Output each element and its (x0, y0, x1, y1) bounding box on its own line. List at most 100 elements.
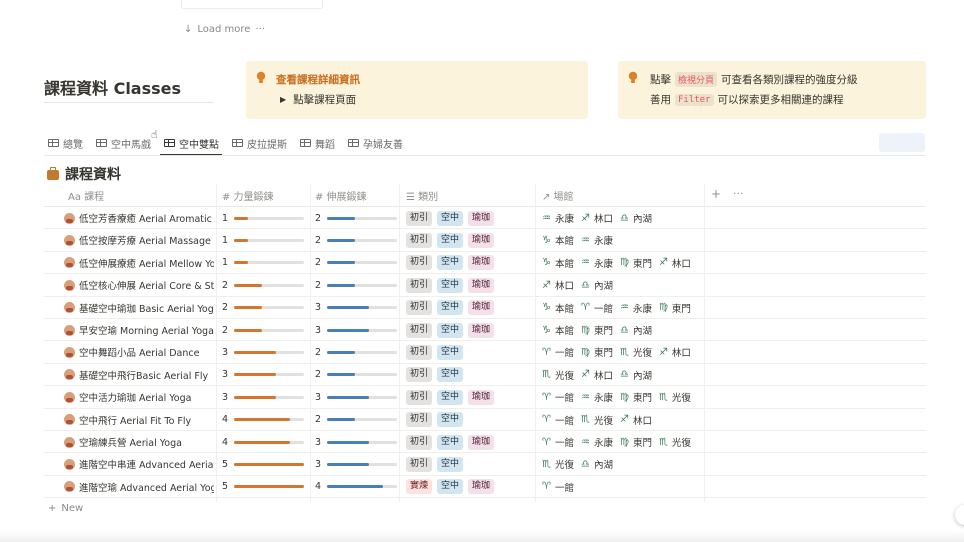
stretch-cell[interactable]: 3 (315, 319, 397, 341)
venue-link[interactable]: 光復 (672, 435, 691, 449)
table-row[interactable]: 早安空瑜 Morning Aerial Yoga 2 3 初引 空中 瑜珈 ♑ 本館 ♍ 東門 ♎ 內… (44, 319, 926, 342)
class-name-cell[interactable]: 空瑜練兵營 Aerial Yoga (64, 431, 214, 453)
venue-link[interactable]: 一館 (555, 435, 574, 449)
venue-link[interactable]: 東門 (672, 301, 691, 315)
class-name-cell[interactable]: 空中舞蹈小品 Aerial Dance (64, 341, 214, 363)
strength-cell[interactable]: 1 (222, 207, 304, 229)
class-name-cell[interactable]: 低空芳香療癒 Aerial Aromatic M (64, 207, 214, 229)
strength-cell[interactable]: 1 (222, 229, 304, 251)
table-row[interactable]: 低空核心伸展 Aerial Core & Stre 2 2 初引 空中 瑜珈 ♐ 林口 ♎ 內湖 (44, 274, 926, 297)
callout-toggle-line[interactable]: ▶ 點擊課程頁面 (280, 92, 356, 107)
strength-cell[interactable]: 3 (222, 364, 304, 386)
class-name-cell[interactable]: 基礎空中飛行Basic Aerial Fly (64, 364, 214, 386)
venue-link[interactable]: 永康 (594, 390, 613, 404)
stretch-cell[interactable]: 3 (315, 453, 397, 475)
new-button[interactable] (879, 133, 925, 152)
venue-link[interactable]: 林口 (594, 368, 613, 382)
strength-cell[interactable]: 4 (222, 409, 304, 431)
more-options-icon[interactable]: ··· (733, 187, 744, 200)
stretch-cell[interactable]: 2 (315, 229, 397, 251)
table-row[interactable]: 基礎空中飛行Basic Aerial Fly 3 2 初引 空中 ♏ 光復 ♐ 林口 ♎ 內湖 (44, 364, 926, 387)
stretch-cell[interactable]: 2 (315, 341, 397, 363)
venue-link[interactable]: 本館 (555, 301, 574, 315)
class-name-cell[interactable]: 進階空瑜 Advanced Aerial Yoga (64, 476, 214, 498)
class-name-cell[interactable]: 進階空中串連 Advanced Aerial (64, 453, 214, 475)
table-row[interactable]: 空中舞蹈小品 Aerial Dance 3 2 初引 空中 ♈ 一館 ♍ 東門 ♏ 光復 ♐ 林口 (44, 341, 926, 364)
column-header-strength[interactable]: # 力量鍛鍊 (222, 184, 274, 206)
venue-link[interactable]: 內湖 (633, 368, 652, 382)
column-header-category[interactable]: ☰ 類別 (406, 184, 438, 206)
venue-link[interactable]: 林口 (633, 413, 652, 427)
stretch-cell[interactable]: 2 (315, 207, 397, 229)
category-cell[interactable]: 實煉 空中 瑜珈 (406, 476, 499, 498)
venue-link[interactable]: 永康 (633, 301, 652, 315)
venue-link[interactable]: 林口 (672, 256, 691, 270)
stretch-cell[interactable]: 3 (315, 431, 397, 453)
venue-link[interactable]: 東門 (594, 323, 613, 337)
venue-cell[interactable]: ♏ 光復 ♎ 內湖 (542, 453, 617, 475)
tab-4[interactable]: 舞蹈 (300, 133, 335, 153)
column-header-stretch[interactable]: # 伸展鍛鍊 (315, 184, 367, 206)
venue-link[interactable]: 內湖 (633, 323, 652, 337)
venue-cell[interactable]: ♑ 本館 ♒ 永康 ♍ 東門 ♐ 林口 (542, 252, 695, 274)
venue-link[interactable]: 內湖 (633, 211, 652, 225)
stretch-cell[interactable]: 2 (315, 409, 397, 431)
stretch-cell[interactable]: 2 (315, 274, 397, 296)
category-cell[interactable]: 初引 空中 瑜珈 (406, 319, 499, 341)
strength-cell[interactable]: 2 (222, 274, 304, 296)
venue-cell[interactable]: ♈ 一館 ♒ 永康 ♍ 東門 ♏ 光復 (542, 386, 695, 408)
class-name-cell[interactable]: 低空按摩芳療 Aerial Massage (64, 229, 214, 251)
column-header-venue[interactable]: ↗ 場館 (542, 184, 574, 206)
venue-link[interactable]: 永康 (594, 233, 613, 247)
venue-link[interactable]: 永康 (594, 435, 613, 449)
stretch-cell[interactable]: 4 (315, 476, 397, 498)
venue-link[interactable]: 本館 (555, 323, 574, 337)
venue-link[interactable]: 東門 (633, 390, 652, 404)
venue-cell[interactable]: ♈ 一館 ♏ 光復 ♐ 林口 (542, 409, 656, 431)
venue-link[interactable]: 一館 (555, 390, 574, 404)
venue-cell[interactable]: ♑ 本館 ♒ 永康 (542, 229, 617, 251)
venue-link[interactable]: 光復 (555, 368, 574, 382)
table-row[interactable]: 低空伸展療癒 Aerial Mellow Yog 1 2 初引 空中 瑜珈 ♑ 本館 ♒ 永康 ♍ 東… (44, 252, 926, 275)
strength-cell[interactable]: 3 (222, 341, 304, 363)
venue-link[interactable]: 光復 (672, 390, 691, 404)
category-cell[interactable]: 初引 空中 瑜珈 (406, 207, 499, 229)
strength-cell[interactable]: 5 (222, 453, 304, 475)
table-row[interactable]: 空中活力瑜珈 Aerial Yoga 3 3 初引 空中 瑜珈 ♈ 一館 ♒ 永康 ♍ 東門 ♏ 光復 (44, 386, 926, 409)
category-cell[interactable]: 初引 空中 (406, 341, 468, 363)
category-cell[interactable]: 初引 空中 (406, 409, 468, 431)
table-row[interactable]: 進階空瑜 Advanced Aerial Yoga 5 4 實煉 空中 瑜珈 ♈ 一館 (44, 476, 926, 499)
venue-link[interactable]: 本館 (555, 256, 574, 270)
class-name-cell[interactable]: 空中飛行 Aerial Fit To Fly (64, 409, 214, 431)
table-row[interactable]: 低空芳香療癒 Aerial Aromatic M 1 2 初引 空中 瑜珈 ♒ 永康 ♐ 林口 ♎ 內… (44, 207, 926, 230)
tab-5[interactable]: 孕婦友善 (348, 133, 403, 153)
venue-link[interactable]: 永康 (594, 256, 613, 270)
venue-link[interactable]: 東門 (594, 345, 613, 359)
table-row[interactable]: 基礎空中瑜珈 Basic Aerial Yoga 2 3 初引 空中 瑜珈 ♑ 本館 ♈ 一館 ♒ 永… (44, 297, 926, 319)
venue-cell[interactable]: ♒ 永康 ♐ 林口 ♎ 內湖 (542, 207, 656, 229)
venue-link[interactable]: 東門 (633, 256, 652, 270)
help-button[interactable] (955, 505, 964, 525)
tab-1[interactable]: 空中馬戲 (96, 133, 151, 153)
load-more-button[interactable]: ↓ Load more ··· (184, 22, 265, 36)
venue-cell[interactable]: ♈ 一館 ♒ 永康 ♍ 東門 ♏ 光復 (542, 431, 695, 453)
class-name-cell[interactable]: 低空核心伸展 Aerial Core & Stre (64, 274, 214, 296)
venue-cell[interactable]: ♑ 本館 ♍ 東門 ♎ 內湖 (542, 319, 656, 341)
venue-link[interactable]: 東門 (633, 435, 652, 449)
venue-link[interactable]: 林口 (672, 345, 691, 359)
new-row-button[interactable]: + New (48, 503, 83, 514)
stretch-cell[interactable]: 2 (315, 364, 397, 386)
tab-2[interactable]: 空中雙點 (160, 133, 222, 156)
venue-link[interactable]: 一館 (555, 413, 574, 427)
stretch-cell[interactable]: 2 (315, 252, 397, 274)
class-name-cell[interactable]: 基礎空中瑜珈 Basic Aerial Yoga (64, 297, 214, 319)
venue-link[interactable]: 永康 (555, 211, 574, 225)
venue-link[interactable]: 內湖 (594, 278, 613, 292)
stretch-cell[interactable]: 3 (315, 297, 397, 319)
strength-cell[interactable]: 1 (222, 252, 304, 274)
column-header-name[interactable]: Aa 課程 (68, 184, 104, 206)
venue-cell[interactable]: ♐ 林口 ♎ 內湖 (542, 274, 617, 296)
add-column-icon[interactable]: + (711, 187, 721, 201)
venue-link[interactable]: 林口 (594, 211, 613, 225)
strength-cell[interactable]: 4 (222, 431, 304, 453)
